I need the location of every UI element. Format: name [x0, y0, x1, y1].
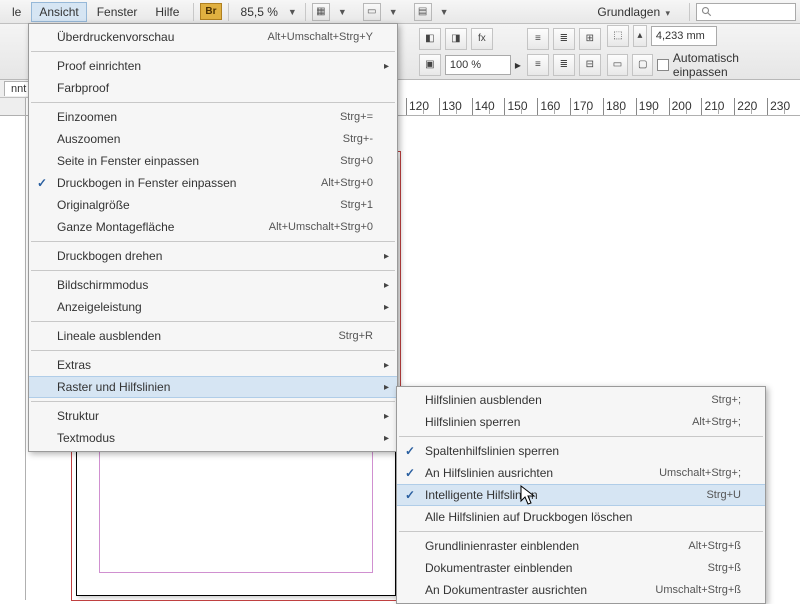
menu-item[interactable]: AuszoomenStrg+-	[29, 128, 397, 150]
ruler-tick: 180	[603, 98, 636, 116]
menu-item[interactable]: OriginalgrößeStrg+1	[29, 194, 397, 216]
menu-help[interactable]: Hilfe	[147, 2, 187, 22]
menu-item[interactable]: ÜberdruckenvorschauAlt+Umschalt+Strg+Y	[29, 26, 397, 48]
menu-item[interactable]: Struktur	[29, 405, 397, 427]
menu-item[interactable]: Alle Hilfslinien auf Druckbogen löschen	[397, 506, 765, 528]
menu-item[interactable]: Lineale ausblendenStrg+R	[29, 325, 397, 347]
ruler-tick: 130	[439, 98, 472, 116]
menu-item[interactable]: Extras	[29, 354, 397, 376]
menu-item[interactable]: ✓An Hilfslinien ausrichtenUmschalt+Strg+…	[397, 462, 765, 484]
fit-button[interactable]: ▭	[607, 54, 628, 76]
menu-window[interactable]: Fenster	[89, 2, 146, 22]
tool-button[interactable]: ▣	[419, 54, 441, 76]
chevron-down-icon[interactable]: ▼	[336, 7, 349, 17]
search-field[interactable]	[696, 3, 796, 21]
menu-item[interactable]: Textmodus	[29, 427, 397, 449]
chevron-down-icon[interactable]: ▸	[515, 58, 521, 72]
menu-item[interactable]: Dokumentraster einblendenStrg+ß	[397, 557, 765, 579]
search-icon	[701, 6, 713, 18]
menu-item[interactable]: Farbproof	[29, 77, 397, 99]
view-options-icon[interactable]: ▦	[312, 3, 330, 21]
crop-button[interactable]: ⬚	[607, 25, 629, 47]
chevron-down-icon[interactable]: ▼	[438, 7, 451, 17]
workspace-switcher[interactable]: Grundlagen ▾	[586, 1, 683, 23]
percent-field[interactable]: 100 %	[445, 55, 511, 75]
separator	[689, 3, 690, 21]
ruler-origin[interactable]	[0, 98, 26, 116]
autofit-checkbox[interactable]: Automatisch einpassen	[657, 51, 792, 79]
tool-button[interactable]: ◨	[445, 28, 467, 50]
menu-item[interactable]: Seite in Fenster einpassenStrg+0	[29, 150, 397, 172]
check-icon: ✓	[37, 176, 47, 190]
view-menu-dropdown: ÜberdruckenvorschauAlt+Umschalt+Strg+Y Pr…	[28, 23, 398, 452]
menu-item[interactable]: Hilfslinien sperrenAlt+Strg+;	[397, 411, 765, 433]
menu-item[interactable]: Ganze MontageflächeAlt+Umschalt+Strg+0	[29, 216, 397, 238]
menu-item[interactable]: Grundlinienraster einblendenAlt+Strg+ß	[397, 535, 765, 557]
toolbar-group: ≡ ≣ ⊞ ≡ ≣ ⊟	[527, 28, 601, 76]
check-icon: ✓	[405, 488, 415, 502]
menu-item[interactable]: Anzeigeleistung	[29, 296, 397, 318]
ruler-tick: 160	[537, 98, 570, 116]
chevron-down-icon[interactable]: ▼	[286, 7, 299, 17]
zoom-level[interactable]: 85,5 %	[235, 5, 284, 19]
ruler-tick: 170	[570, 98, 603, 116]
menu-item[interactable]: Druckbogen drehen	[29, 245, 397, 267]
menu-view[interactable]: Ansicht	[31, 2, 86, 22]
screen-mode-icon[interactable]: ▭	[363, 3, 381, 21]
ruler-tick: 120	[406, 98, 439, 116]
ruler-tick: 150	[504, 98, 537, 116]
align-button[interactable]: ⊟	[579, 54, 601, 76]
stepper-up[interactable]: ▴	[633, 25, 647, 47]
ruler-tick: 230	[767, 98, 800, 116]
ruler-tick: 190	[636, 98, 669, 116]
ruler-tick: 140	[472, 98, 505, 116]
menu-item[interactable]: EinzoomenStrg+=	[29, 106, 397, 128]
align-button[interactable]: ≡	[527, 54, 549, 76]
checkbox-icon	[657, 59, 669, 71]
grid-guides-submenu: Hilfslinien ausblendenStrg+;Hilfslinien …	[396, 386, 766, 604]
tool-button[interactable]: ◧	[419, 28, 441, 50]
fx-button[interactable]: fx	[471, 28, 493, 50]
arrange-icon[interactable]: ▤	[414, 3, 432, 21]
menu-item[interactable]: Proof einrichten	[29, 55, 397, 77]
align-button[interactable]: ≣	[553, 28, 575, 50]
align-button[interactable]: ⊞	[579, 28, 601, 50]
menu-item[interactable]: Hilfslinien ausblendenStrg+;	[397, 389, 765, 411]
menu-item[interactable]: ✓Druckbogen in Fenster einpassenAlt+Strg…	[29, 172, 397, 194]
separator	[193, 3, 194, 21]
menu-fragment: le	[4, 2, 29, 22]
ruler-tick: 210	[701, 98, 734, 116]
align-button[interactable]: ≣	[553, 54, 575, 76]
chevron-down-icon[interactable]: ▼	[387, 7, 400, 17]
bridge-button[interactable]: Br	[200, 3, 221, 20]
ruler-tick: 220	[734, 98, 767, 116]
check-icon: ✓	[405, 444, 415, 458]
menu-item[interactable]: An Dokumentraster ausrichtenUmschalt+Str…	[397, 579, 765, 601]
menu-item[interactable]: Bildschirmmodus	[29, 274, 397, 296]
toolbar-group: ◧ ◨ fx ▣ 100 % ▸	[419, 28, 521, 76]
measurement-field[interactable]: 4,233 mm	[651, 26, 717, 46]
separator	[228, 3, 229, 21]
ruler-tick: 200	[669, 98, 702, 116]
separator	[305, 3, 306, 21]
menu-item[interactable]: ✓Intelligente HilfslinienStrg+U	[397, 484, 765, 506]
align-button[interactable]: ≡	[527, 28, 549, 50]
menu-item[interactable]: ✓Spaltenhilfslinien sperren	[397, 440, 765, 462]
menu-item[interactable]: Raster und Hilfslinien	[29, 376, 397, 398]
check-icon: ✓	[405, 466, 415, 480]
menubar: le Ansicht Fenster Hilfe Br 85,5 % ▼ ▦▼ …	[0, 0, 800, 24]
toolbar-group: ⬚ ▴ 4,233 mm ▭ ▢ Automatisch einpassen	[607, 25, 792, 79]
vertical-ruler	[0, 116, 26, 600]
fit-button[interactable]: ▢	[632, 54, 653, 76]
